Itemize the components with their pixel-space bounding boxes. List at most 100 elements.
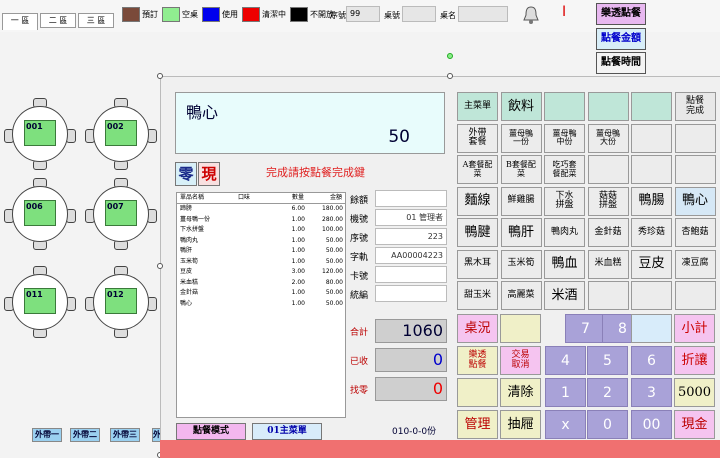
table-012[interactable]: 012: [85, 266, 157, 338]
table-001[interactable]: 001: [4, 98, 76, 170]
menu-item-button[interactable]: 外帶 套餐: [457, 123, 498, 153]
menu-item-button[interactable]: 鴨肝: [500, 218, 542, 247]
discount-button[interactable]: 折讓: [674, 346, 715, 375]
menu-item-button[interactable]: 鴨心: [674, 186, 716, 216]
resize-handle-left[interactable]: [157, 263, 163, 269]
menu-item-button[interactable]: 點餐 完成: [674, 92, 716, 121]
keypad-key[interactable]: 6: [631, 346, 672, 375]
menu-item-button[interactable]: 高麗菜: [500, 281, 542, 310]
menu-item-button[interactable]: 鮮雞腸: [500, 186, 542, 216]
menu-item-button[interactable]: 麵線: [457, 186, 498, 216]
order-mode-button[interactable]: 點餐模式: [176, 423, 246, 440]
order-row[interactable]: 蹄膀 6.00 180.00: [177, 204, 345, 215]
menu-item-button[interactable]: A套餐配 菜: [457, 155, 498, 184]
menu-item-button[interactable]: B套餐配 菜: [500, 155, 542, 184]
order-time-button[interactable]: 點餐時間: [596, 52, 646, 74]
tab-area-2[interactable]: 二 區: [40, 13, 76, 28]
resize-handle-top[interactable]: [447, 73, 453, 79]
order-list[interactable]: 單品名稱 口味 數量 金額 蹄膀 6.00 180.00 薑母鴨一份 1.00 280.0…: [176, 192, 346, 418]
menu-item-button[interactable]: 米血糕: [587, 249, 629, 279]
menu-item-button[interactable]: [587, 281, 629, 310]
letou-order-button[interactable]: 樂透點餐: [596, 3, 646, 25]
order-row[interactable]: 薑母鴨一份 1.00 280.00: [177, 215, 345, 226]
menu-item-button[interactable]: 下水 拼盤: [544, 186, 585, 216]
menu-item-button[interactable]: 黑木耳: [457, 249, 498, 279]
menu-item-button[interactable]: [631, 92, 672, 121]
order-row[interactable]: 金針菇 1.00 50.00: [177, 288, 345, 299]
menu-item-button[interactable]: [587, 92, 629, 121]
menu-item-button[interactable]: 鴨腸: [631, 186, 672, 216]
takeout-1-button[interactable]: 外帶一: [32, 428, 62, 442]
menu-item-button[interactable]: 鴨血: [544, 249, 585, 279]
letou-button[interactable]: 樂透 點餐: [457, 346, 498, 375]
menu-item-button[interactable]: 薑母鴨 一份: [500, 123, 542, 153]
drawer-button[interactable]: 抽屜: [500, 410, 541, 439]
keypad-key[interactable]: 1: [545, 378, 586, 407]
cash-5000-button[interactable]: 5000: [674, 378, 715, 407]
menu-item-button[interactable]: [631, 281, 672, 310]
cash-button[interactable]: 現金: [674, 410, 715, 439]
table-006[interactable]: 006: [4, 178, 76, 250]
menu-item-button[interactable]: [587, 155, 629, 184]
menu-item-button[interactable]: [544, 92, 585, 121]
menu-item-button[interactable]: [674, 123, 716, 153]
blank-key[interactable]: [631, 314, 672, 343]
keypad-key[interactable]: x: [545, 410, 586, 439]
menu-item-button[interactable]: 薑母鴨 大份: [587, 123, 629, 153]
menu-item-button[interactable]: 鴨腱: [457, 218, 498, 247]
keypad-key[interactable]: 0: [587, 410, 628, 439]
takeout-2-button[interactable]: 外帶二: [70, 428, 100, 442]
menu-item-button[interactable]: 凍豆腐: [674, 249, 716, 279]
tab-area-1[interactable]: 一 區: [2, 13, 38, 30]
keypad-key[interactable]: 7: [565, 314, 606, 343]
now-button[interactable]: 現: [198, 162, 220, 186]
menu-item-button[interactable]: 杏鮑菇: [674, 218, 716, 247]
menu-item-button[interactable]: 鴨肉丸: [544, 218, 585, 247]
keypad-key[interactable]: 00: [631, 410, 672, 439]
menu-item-button[interactable]: 菇菇 拼盤: [587, 186, 629, 216]
blank-key[interactable]: [457, 378, 498, 407]
menu-item-button[interactable]: 主菜單: [457, 92, 498, 121]
main-menu-button[interactable]: 01主菜單: [252, 423, 322, 440]
menu-item-button[interactable]: 玉米筍: [500, 249, 542, 279]
table-011[interactable]: 011: [4, 266, 76, 338]
menu-item-button[interactable]: 甜玉米: [457, 281, 498, 310]
tab-area-3[interactable]: 三 區: [78, 13, 114, 28]
menu-item-button[interactable]: 飲料: [500, 92, 542, 121]
table-007[interactable]: 007: [85, 178, 157, 250]
menu-item-button[interactable]: 金針菇: [587, 218, 629, 247]
order-row[interactable]: 下水拼盤 1.00 100.00: [177, 225, 345, 236]
order-row[interactable]: 鴨肉丸 1.00 50.00: [177, 236, 345, 247]
keypad-key[interactable]: 5: [587, 346, 628, 375]
takeout-3-button[interactable]: 外帶三: [110, 428, 140, 442]
menu-item-button[interactable]: [631, 155, 672, 184]
order-row[interactable]: 豆皮 3.00 120.00: [177, 267, 345, 278]
cancel-transaction-button[interactable]: 交易 取消: [500, 346, 541, 375]
order-row[interactable]: 鴨肝 1.00 50.00: [177, 246, 345, 257]
rotate-handle[interactable]: [447, 53, 453, 59]
subtotal-button[interactable]: 小計: [674, 314, 715, 343]
table-002[interactable]: 002: [85, 98, 157, 170]
menu-item-button[interactable]: 薑母鴨 中份: [544, 123, 585, 153]
order-amount-button[interactable]: 點餐金額: [596, 28, 646, 50]
resize-handle-top-left[interactable]: [157, 73, 163, 79]
order-row[interactable]: 米血糕 2.00 80.00: [177, 278, 345, 289]
zero-button[interactable]: 零: [175, 162, 197, 186]
menu-item-button[interactable]: [674, 281, 716, 310]
keypad-key[interactable]: 4: [545, 346, 586, 375]
order-row[interactable]: 玉米筍 1.00 50.00: [177, 257, 345, 268]
blank-key[interactable]: [500, 314, 541, 343]
order-row[interactable]: 鴨心 1.00 50.00: [177, 299, 345, 310]
clear-button[interactable]: 清除: [500, 378, 541, 407]
menu-item-button[interactable]: 豆皮: [631, 249, 672, 279]
table-status-button[interactable]: 桌況: [457, 314, 498, 343]
menu-item-button[interactable]: 秀珍菇: [631, 218, 672, 247]
menu-item-button[interactable]: 米酒: [544, 281, 585, 310]
menu-item-button[interactable]: [631, 123, 672, 153]
keypad-key[interactable]: 2: [587, 378, 628, 407]
menu-item-button[interactable]: [674, 155, 716, 184]
keypad-key[interactable]: 3: [631, 378, 672, 407]
bell-icon[interactable]: [520, 4, 542, 26]
manage-button[interactable]: 管理: [457, 410, 498, 439]
menu-item-button[interactable]: 吃巧套 餐配菜: [544, 155, 585, 184]
